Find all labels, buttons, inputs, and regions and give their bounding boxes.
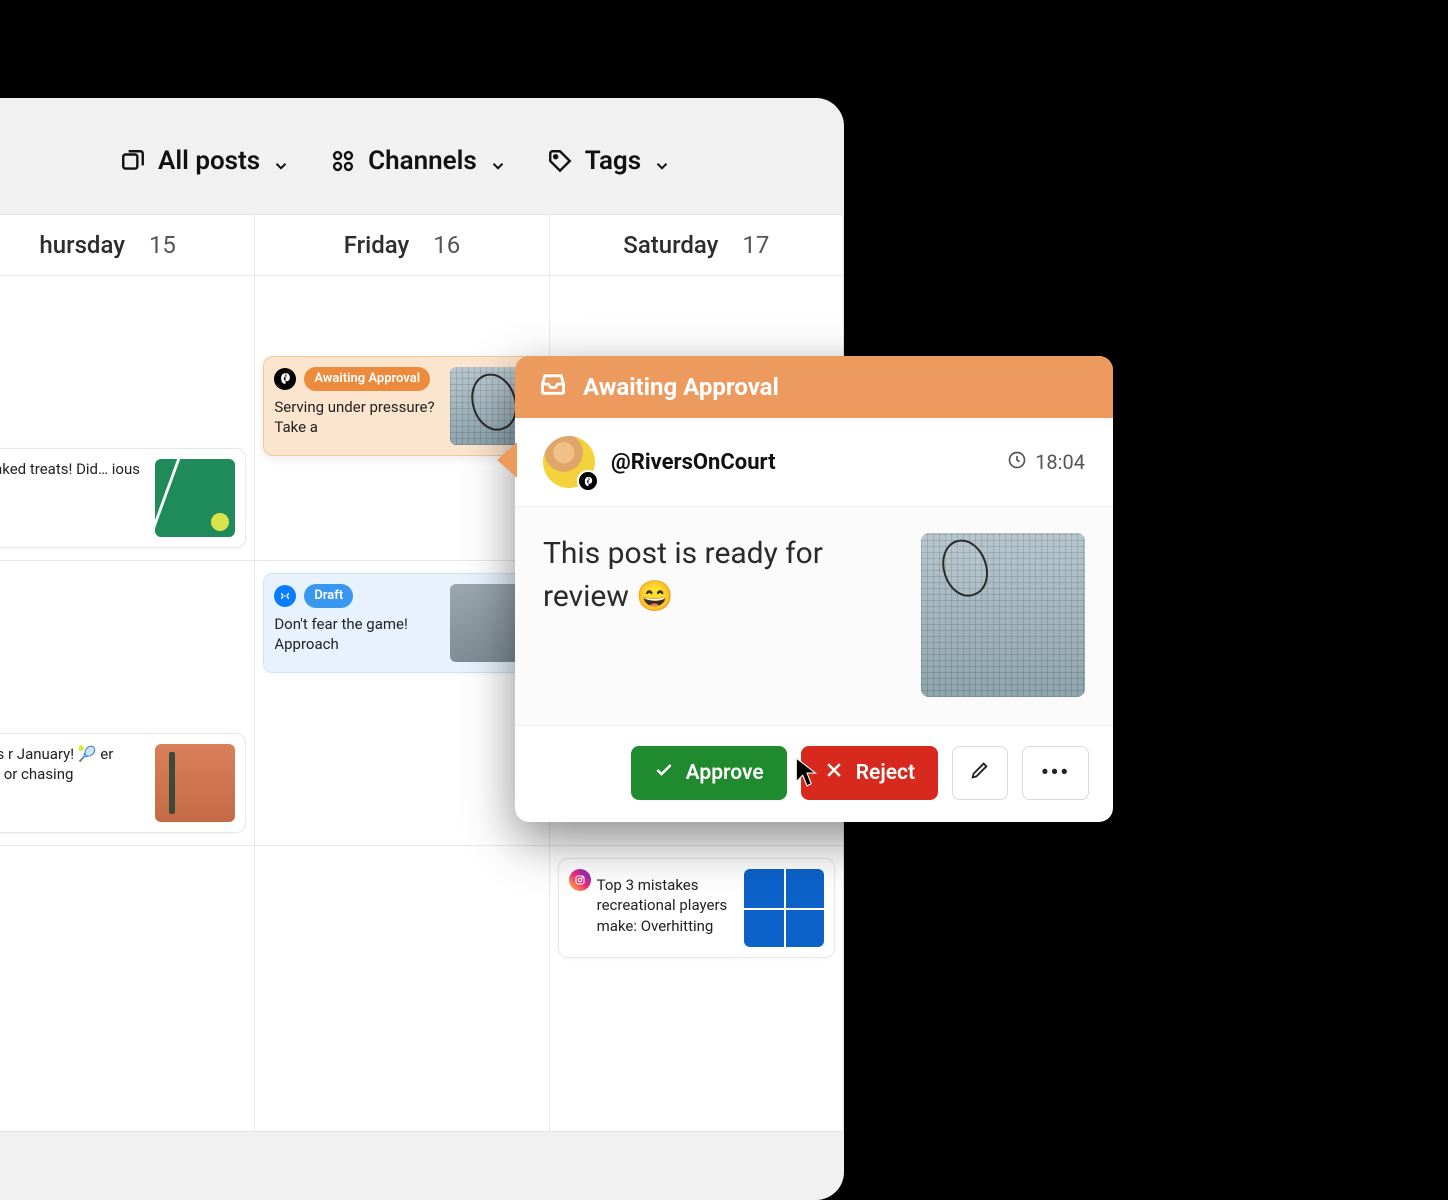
approve-label: Approve xyxy=(686,761,764,785)
threads-icon xyxy=(577,470,599,492)
post-card[interactable]: not just baked treats! Did… ious xyxy=(0,448,246,548)
filter-all-posts[interactable]: All posts xyxy=(120,146,290,176)
threads-icon xyxy=(274,368,296,390)
filter-all-posts-label: All posts xyxy=(158,146,260,176)
channels-icon xyxy=(330,148,356,174)
post-text: ssion slots r January! 🎾 er you're a er … xyxy=(0,744,145,785)
tag-icon xyxy=(547,148,573,174)
post-text: Top 3 mistakes recreational players make… xyxy=(597,875,734,936)
calendar-cell[interactable]: ssion slots r January! 🎾 er you're a er … xyxy=(0,561,255,845)
popover-arrow xyxy=(497,442,517,478)
chevron-down-icon xyxy=(489,152,507,170)
post-card[interactable]: Top 3 mistakes recreational players make… xyxy=(558,858,835,958)
filter-channels-label: Channels xyxy=(368,146,477,176)
scheduled-time: 18:04 xyxy=(1007,450,1085,475)
popover-thumbnail xyxy=(921,533,1085,697)
reject-label: Reject xyxy=(856,761,915,785)
day-label: Friday xyxy=(344,231,410,259)
clock-icon xyxy=(1007,450,1027,475)
post-text: not just baked treats! Did… ious xyxy=(0,459,145,479)
calendar-row: Top 3 mistakes recreational players make… xyxy=(0,846,843,1131)
popover-header: Awaiting Approval xyxy=(515,356,1113,418)
chevron-down-icon xyxy=(272,152,290,170)
calendar-cell[interactable]: not just baked treats! Did… ious xyxy=(0,276,255,560)
calendar-cell[interactable] xyxy=(0,846,255,1131)
filter-bar: All posts Channels Tags xyxy=(0,98,844,206)
post-thumbnail xyxy=(744,869,824,947)
post-card[interactable]: ssion slots r January! 🎾 er you're a er … xyxy=(0,733,246,833)
post-card-draft[interactable]: Draft Don't fear the game! Approach xyxy=(263,573,540,673)
filter-tags[interactable]: Tags xyxy=(547,146,671,176)
status-badge-approval: Awaiting Approval xyxy=(304,367,430,391)
filter-tags-label: Tags xyxy=(585,146,641,176)
edit-button[interactable] xyxy=(952,746,1008,800)
approval-popover: Awaiting Approval @RiversOnCourt 18:04 T… xyxy=(515,356,1113,822)
ellipsis-icon: ••• xyxy=(1041,761,1070,785)
approve-button[interactable]: Approve xyxy=(631,746,787,800)
instagram-icon xyxy=(569,869,591,891)
filter-channels[interactable]: Channels xyxy=(330,146,507,176)
avatar xyxy=(543,436,595,488)
day-label: hursday xyxy=(39,231,125,259)
post-text: Don't fear the game! Approach xyxy=(274,614,439,655)
bluesky-icon xyxy=(274,585,296,607)
calendar-cell[interactable]: Draft Don't fear the game! Approach xyxy=(255,561,549,845)
popover-message: This post is ready for review 😄 xyxy=(543,533,897,618)
status-badge-draft: Draft xyxy=(304,584,353,608)
check-icon xyxy=(654,760,674,786)
calendar-cell[interactable] xyxy=(255,846,549,1131)
post-text: Serving under pressure? Take a xyxy=(274,397,439,438)
day-number: 15 xyxy=(149,231,176,259)
posts-icon xyxy=(120,148,146,174)
day-label: Saturday xyxy=(623,231,718,259)
calendar-header-saturday: Saturday 17 xyxy=(550,215,843,275)
calendar-header-thursday: hursday 15 xyxy=(0,215,255,275)
calendar-cell[interactable]: Awaiting Approval Serving under pressure… xyxy=(255,276,549,560)
popover-actions: Approve Reject ••• xyxy=(515,726,1113,822)
post-thumbnail xyxy=(155,459,235,537)
post-card-awaiting-approval[interactable]: Awaiting Approval Serving under pressure… xyxy=(263,356,540,456)
day-number: 16 xyxy=(433,231,460,259)
close-icon xyxy=(824,760,844,786)
time-value: 18:04 xyxy=(1035,450,1085,474)
chevron-down-icon xyxy=(653,152,671,170)
username: @RiversOnCourt xyxy=(611,450,991,475)
popover-title: Awaiting Approval xyxy=(583,373,779,401)
reject-button[interactable]: Reject xyxy=(801,746,938,800)
pencil-icon xyxy=(969,759,991,787)
day-number: 17 xyxy=(742,231,769,259)
post-thumbnail xyxy=(155,744,235,822)
calendar-header-row: hursday 15 Friday 16 Saturday 17 xyxy=(0,215,843,276)
inbox-icon xyxy=(539,370,567,404)
calendar-cell[interactable]: Top 3 mistakes recreational players make… xyxy=(550,846,843,1131)
popover-user-row: @RiversOnCourt 18:04 xyxy=(515,418,1113,507)
popover-body: This post is ready for review 😄 xyxy=(515,507,1113,726)
more-button[interactable]: ••• xyxy=(1022,746,1089,800)
calendar-header-friday: Friday 16 xyxy=(255,215,549,275)
